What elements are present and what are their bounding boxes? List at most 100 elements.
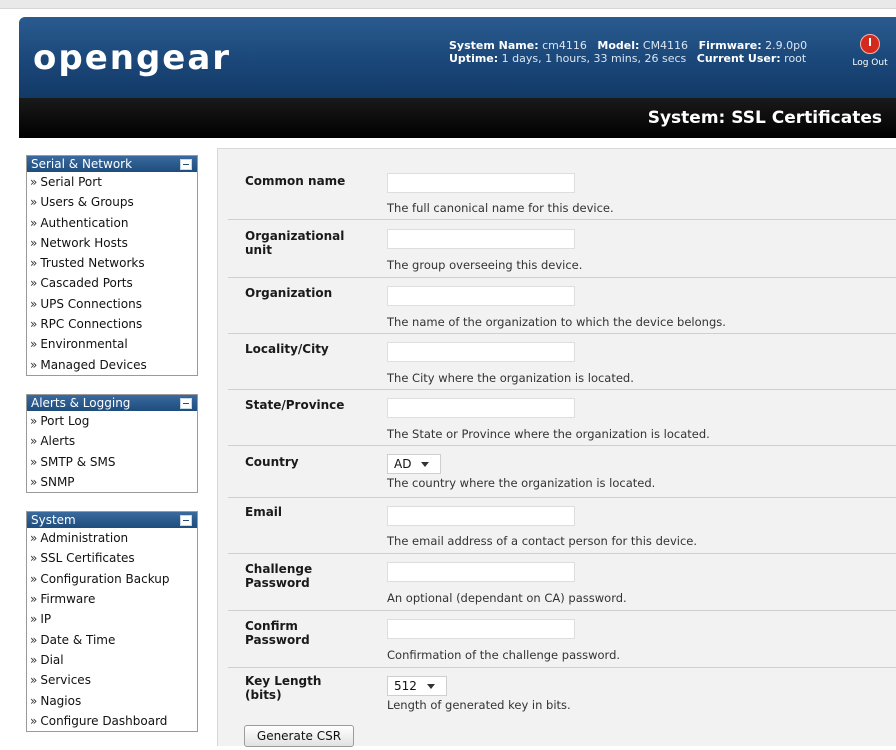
- field-label: Email: [245, 505, 283, 519]
- field-label: Key Length (bits): [245, 674, 322, 702]
- sidebar-item-date-time[interactable]: » Date & Time: [27, 630, 197, 650]
- sidebar-item-users-groups[interactable]: » Users & Groups: [27, 192, 197, 212]
- sidebar-item-label: UPS Connections: [40, 296, 142, 311]
- current-user-label: Current User:: [696, 52, 781, 65]
- sidebar-item-label: Configuration Backup: [40, 571, 170, 586]
- organizational-unit-input[interactable]: [387, 229, 575, 249]
- collapse-icon[interactable]: [180, 159, 192, 170]
- sidebar-item-authentication[interactable]: » Authentication: [27, 213, 197, 233]
- arrow-icon: »: [30, 357, 38, 372]
- sidebar-item-label: Environmental: [40, 337, 128, 352]
- uptime-label: Uptime:: [449, 52, 499, 65]
- sidebar-item-port-log[interactable]: » Port Log: [27, 411, 197, 431]
- arrow-icon: »: [30, 296, 38, 311]
- sidebar-item-nagios[interactable]: » Nagios: [27, 691, 197, 711]
- sidebar-item-label: Alerts: [40, 434, 76, 449]
- sidebar-item-label: Managed Devices: [40, 357, 147, 372]
- page-title: System: SSL Certificates: [647, 108, 882, 128]
- form-row-challenge-password: Challenge Password An optional (dependan…: [228, 553, 896, 611]
- arrow-icon: »: [30, 413, 38, 428]
- sidebar-item-ups-connections[interactable]: » UPS Connections: [27, 294, 197, 314]
- sidebar-item-snmp[interactable]: » SNMP: [27, 472, 197, 492]
- collapse-icon[interactable]: [180, 515, 192, 527]
- state-input[interactable]: [387, 398, 575, 418]
- form-row-locality: Locality/City The City where the organiz…: [228, 333, 896, 390]
- arrow-icon: »: [30, 195, 38, 210]
- field-description: The group overseeing this device.: [387, 258, 583, 272]
- sidebar-item-ip[interactable]: » IP: [27, 609, 197, 629]
- sidebar-item-dial[interactable]: » Dial: [27, 650, 197, 670]
- sidebar-item-label: SSL Certificates: [40, 551, 135, 566]
- arrow-icon: »: [30, 256, 38, 271]
- sidebar-item-label: Services: [40, 673, 91, 688]
- sidebar-item-rpc-connections[interactable]: » RPC Connections: [27, 314, 197, 334]
- organization-input[interactable]: [387, 286, 575, 306]
- form-row-organization: Organization The name of the organizatio…: [228, 277, 896, 334]
- arrow-icon: »: [30, 652, 38, 667]
- sidebar-item-network-hosts[interactable]: » Network Hosts: [27, 233, 197, 253]
- sidebar-item-label: Port Log: [40, 413, 90, 428]
- sidebar-section-header[interactable]: Alerts & Logging: [27, 394, 197, 411]
- model-label: Model:: [597, 39, 640, 52]
- sidebar-item-configuration-backup[interactable]: » Configuration Backup: [27, 569, 197, 589]
- arrow-icon: »: [30, 175, 38, 189]
- sidebar-item-managed-devices[interactable]: » Managed Devices: [27, 355, 197, 375]
- sidebar-item-alerts[interactable]: » Alerts: [27, 431, 197, 451]
- sidebar-section-title: System: [31, 513, 76, 528]
- email-input[interactable]: [387, 506, 575, 526]
- field-description: An optional (dependant on CA) password.: [387, 591, 627, 605]
- field-description: The State or Province where the organiza…: [387, 427, 710, 441]
- arrow-icon: »: [30, 235, 38, 250]
- common-name-input[interactable]: [387, 173, 575, 193]
- arrow-icon: »: [30, 571, 38, 586]
- arrow-icon: »: [30, 474, 38, 489]
- form-row-key-length: Key Length (bits) 512 Length of generate…: [228, 667, 896, 720]
- system-info: System Name: cm4116 Model: CM4116 Firmwa…: [449, 39, 807, 65]
- form-panel: Common name The full canonical name for …: [217, 148, 896, 746]
- locality-input[interactable]: [387, 342, 575, 362]
- sidebar-item-smtp-sms[interactable]: » SMTP & SMS: [27, 452, 197, 472]
- sidebar-section-header[interactable]: System: [27, 512, 197, 529]
- arrow-icon: »: [30, 276, 38, 291]
- field-label: Challenge Password: [245, 562, 313, 590]
- arrow-icon: »: [30, 531, 38, 546]
- page: opengear System Name: cm4116 Model: CM41…: [0, 0, 896, 747]
- country-select[interactable]: AD: [387, 454, 441, 474]
- challenge-password-input[interactable]: [387, 562, 575, 582]
- key-length-select-value: 512: [394, 679, 417, 693]
- arrow-icon: »: [30, 215, 38, 230]
- form-row-confirm-password: Confirm Password Confirmation of the cha…: [228, 610, 896, 668]
- sidebar-item-ssl-certificates[interactable]: » SSL Certificates: [27, 548, 197, 568]
- sidebar-item-serial-port[interactable]: » Serial Port: [27, 172, 197, 192]
- sidebar-item-firmware[interactable]: » Firmware: [27, 589, 197, 609]
- arrow-icon: »: [30, 693, 38, 708]
- current-user-value: root: [784, 52, 807, 65]
- sidebar-item-administration[interactable]: » Administration: [27, 528, 197, 548]
- sidebar: Serial & Network » Serial Port » Users & G…: [26, 155, 198, 750]
- firmware-label: Firmware:: [698, 39, 762, 52]
- sidebar-item-label: Date & Time: [40, 632, 116, 647]
- power-icon: [860, 34, 880, 54]
- sidebar-item-configure-dashboard[interactable]: » Configure Dashboard: [27, 711, 197, 731]
- sidebar-item-cascaded-ports[interactable]: » Cascaded Ports: [27, 273, 197, 293]
- browser-edge: [0, 0, 896, 9]
- collapse-icon[interactable]: [180, 397, 192, 409]
- sidebar-item-label: RPC Connections: [40, 317, 143, 332]
- sidebar-item-label: Firmware: [40, 592, 96, 607]
- field-label: Organizational unit: [245, 229, 345, 257]
- chevron-down-icon: [426, 684, 435, 689]
- sidebar-item-label: Administration: [40, 531, 129, 546]
- confirm-password-input[interactable]: [387, 619, 575, 639]
- sidebar-item-services[interactable]: » Services: [27, 670, 197, 690]
- field-label: Country: [245, 455, 299, 469]
- sidebar-item-environmental[interactable]: » Environmental: [27, 334, 197, 354]
- arrow-icon: »: [30, 673, 38, 688]
- form-row-state: State/Province The State or Province whe…: [228, 389, 896, 446]
- sidebar-item-trusted-networks[interactable]: » Trusted Networks: [27, 253, 197, 273]
- sidebar-item-label: Authentication: [40, 215, 129, 230]
- logout-button[interactable]: Log Out: [845, 32, 895, 68]
- sidebar-section-header[interactable]: Serial & Network: [27, 156, 197, 172]
- generate-csr-button[interactable]: Generate CSR: [244, 725, 354, 747]
- key-length-select[interactable]: 512: [387, 676, 447, 696]
- arrow-icon: »: [30, 612, 38, 627]
